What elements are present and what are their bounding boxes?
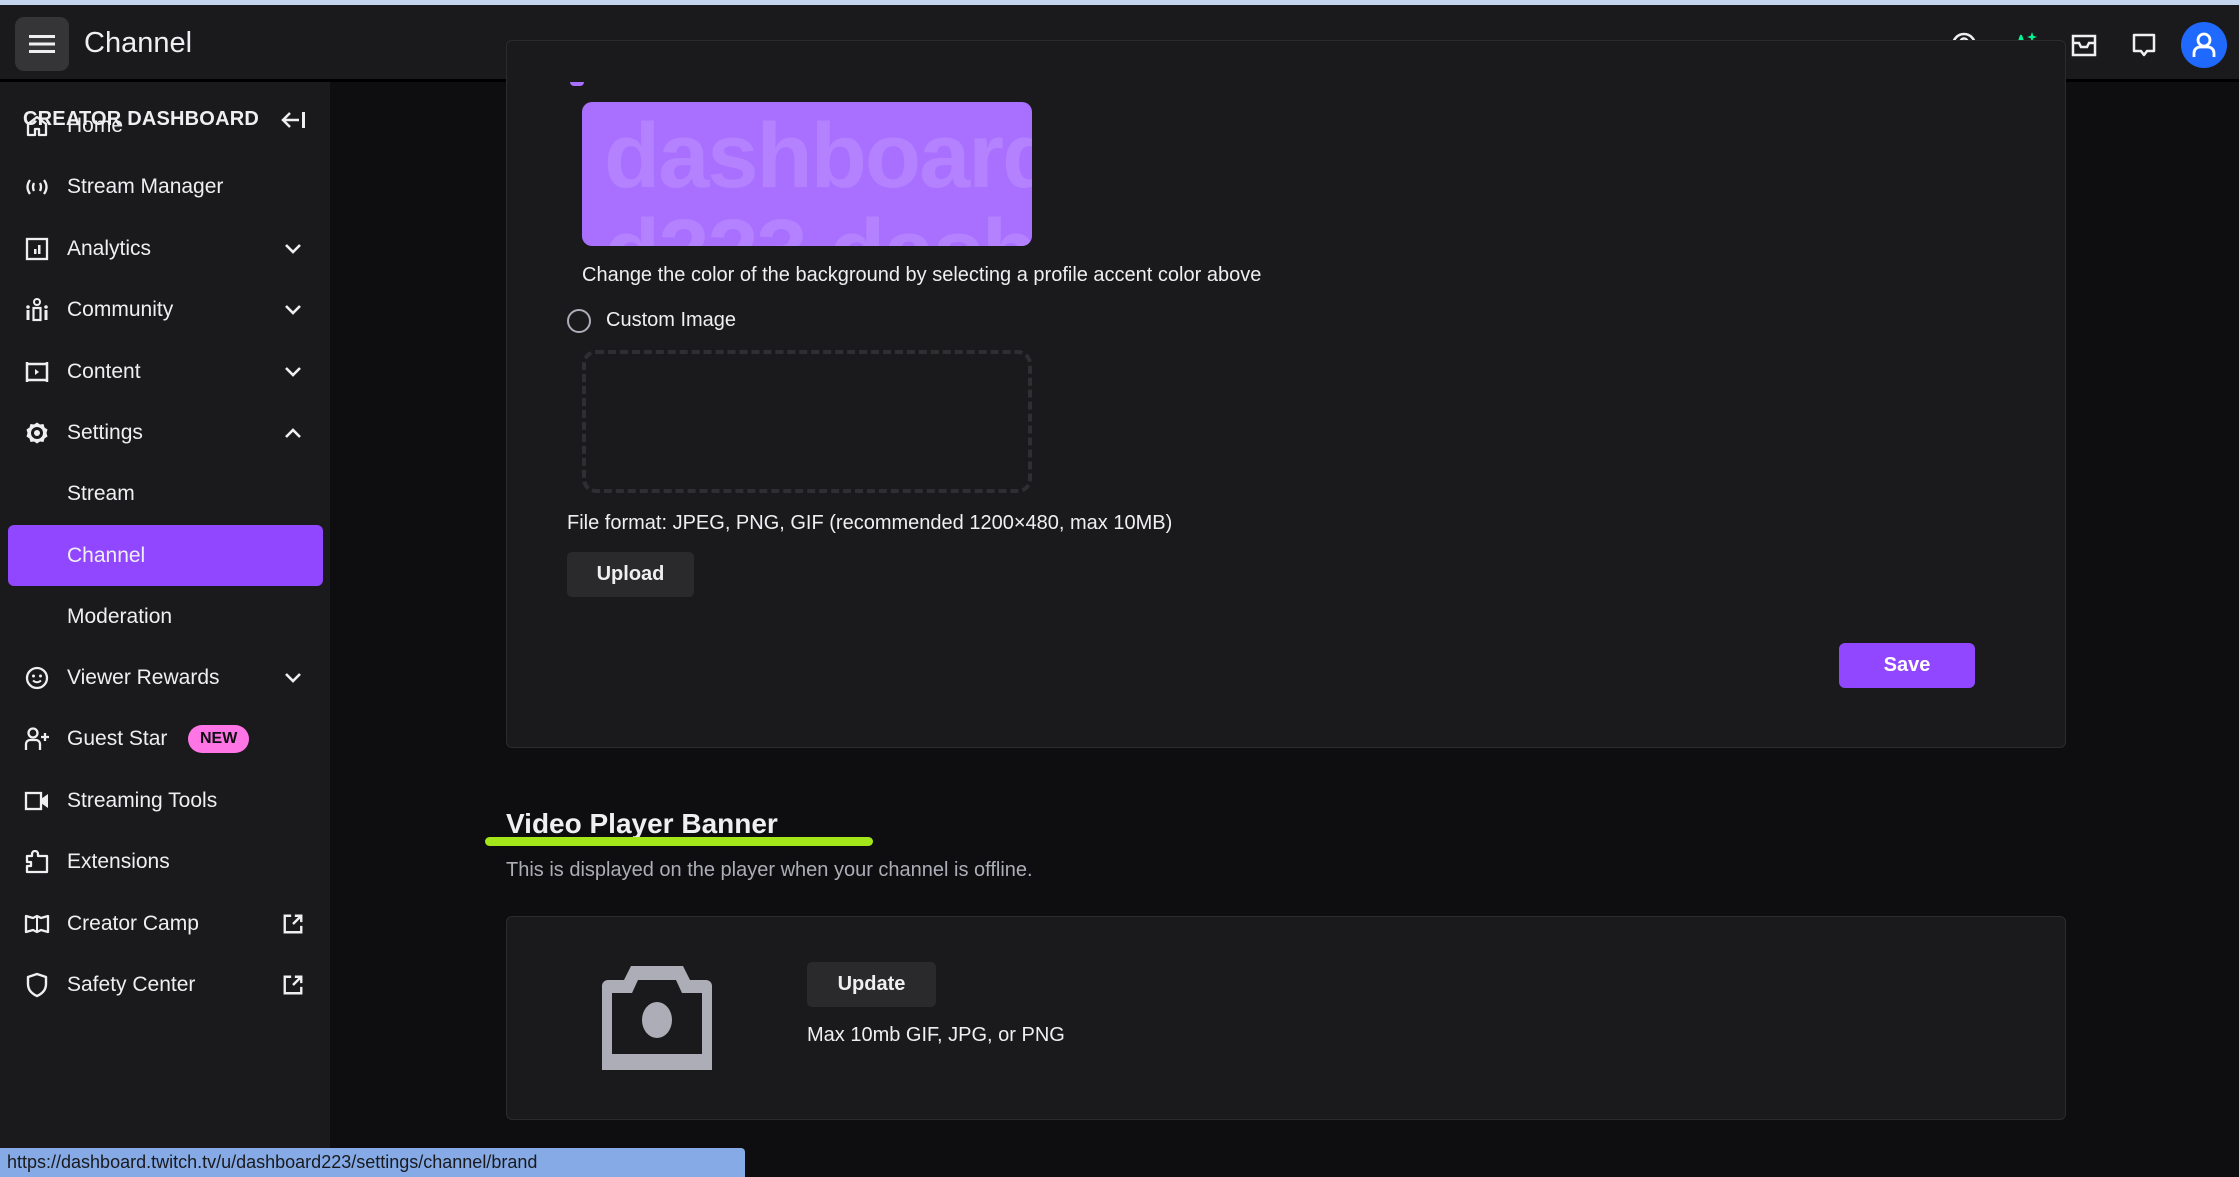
sidebar-item-guest-star[interactable]: Guest Star NEW	[8, 709, 323, 769]
sidebar-subitem-moderation[interactable]: Moderation	[8, 587, 323, 647]
sidebar-item-label: Moderation	[67, 605, 173, 628]
sidebar-item-viewer-rewards[interactable]: Viewer Rewards	[8, 648, 323, 708]
sidebar-item-home[interactable]: Home	[8, 96, 323, 156]
smiley-icon	[24, 665, 50, 691]
banner-preview: dashboard d223 dash	[582, 102, 1032, 246]
sidebar-item-analytics[interactable]: Analytics	[8, 219, 323, 279]
update-button[interactable]: Update	[807, 962, 936, 1007]
home-icon	[24, 113, 50, 139]
hamburger-icon	[29, 35, 55, 53]
camera-placeholder-icon	[602, 966, 712, 1070]
avatar-icon	[2192, 32, 2216, 57]
accent-color-radio-selected[interactable]	[570, 82, 584, 86]
whispers-icon	[2132, 33, 2156, 57]
max-size-text: Max 10mb GIF, JPG, or PNG	[807, 1024, 1065, 1046]
sidebar-item-label: Content	[67, 360, 141, 383]
sidebar-item-label: Channel	[67, 543, 146, 567]
preview-watermark: d223 dash	[604, 206, 1032, 246]
chevron-up-icon[interactable]	[282, 422, 304, 444]
shield-icon	[24, 972, 50, 998]
chevron-down-icon[interactable]	[282, 299, 304, 321]
menu-button[interactable]	[15, 17, 69, 71]
broadcast-icon	[24, 174, 50, 200]
sidebar-item-label: Streaming Tools	[67, 789, 218, 812]
sidebar-subitem-stream[interactable]: Stream	[8, 464, 323, 524]
sidebar: CREATOR DASHBOARD Home Stream Manager An…	[0, 82, 330, 1177]
sidebar-item-stream-manager[interactable]: Stream Manager	[8, 157, 323, 217]
analytics-icon	[24, 236, 50, 262]
content-icon	[24, 359, 50, 385]
sidebar-item-label: Analytics	[67, 237, 152, 260]
sidebar-item-label: Settings	[67, 421, 143, 444]
sidebar-item-content[interactable]: Content	[8, 342, 323, 402]
sidebar-item-label: Safety Center	[67, 973, 196, 996]
chevron-down-icon[interactable]	[282, 238, 304, 260]
puzzle-icon	[24, 849, 50, 875]
custom-image-dropzone[interactable]	[582, 350, 1032, 493]
sidebar-item-label: Stream Manager	[67, 175, 224, 198]
sidebar-item-label: Home	[67, 114, 124, 137]
chevron-down-icon[interactable]	[282, 361, 304, 383]
video-player-banner-card	[506, 916, 2066, 1120]
preview-watermark: dashboard	[604, 105, 1032, 207]
video-camera-icon	[24, 788, 50, 814]
external-link-icon[interactable]	[282, 913, 304, 935]
sidebar-item-creator-camp[interactable]: Creator Camp	[8, 894, 323, 954]
sidebar-item-settings[interactable]: Settings	[8, 403, 323, 463]
add-user-icon	[24, 726, 50, 752]
book-icon	[24, 911, 50, 937]
inbox-button[interactable]	[2068, 29, 2100, 61]
whispers-button[interactable]	[2128, 29, 2160, 61]
sidebar-item-label: Guest Star	[67, 727, 168, 750]
sidebar-item-extensions[interactable]: Extensions	[8, 832, 323, 892]
external-link-icon[interactable]	[282, 974, 304, 996]
upload-button[interactable]: Upload	[567, 552, 694, 597]
accent-hint-text: Change the color of the background by se…	[582, 264, 1262, 286]
annotation-underline	[485, 837, 873, 846]
sidebar-subitem-channel-active[interactable]: Channel	[8, 525, 323, 586]
sidebar-item-label: Extensions	[67, 850, 170, 873]
new-badge: NEW	[188, 725, 250, 753]
save-button[interactable]: Save	[1839, 643, 1975, 688]
sidebar-item-label: Creator Camp	[67, 912, 199, 935]
custom-image-label[interactable]: Custom Image	[606, 309, 736, 332]
chevron-down-icon[interactable]	[282, 667, 304, 689]
user-avatar[interactable]	[2181, 22, 2227, 68]
file-format-text: File format: JPEG, PNG, GIF (recommended…	[567, 512, 1173, 534]
section-description: This is displayed on the player when you…	[506, 859, 1033, 881]
link-status-bar: https://dashboard.twitch.tv/u/dashboard2…	[0, 1148, 745, 1177]
sidebar-item-community[interactable]: Community	[8, 280, 323, 340]
page-title: Channel	[84, 27, 193, 59]
sidebar-item-streaming-tools[interactable]: Streaming Tools	[8, 771, 323, 831]
sidebar-item-label: Stream	[67, 482, 135, 505]
custom-image-radio[interactable]	[567, 309, 591, 333]
sidebar-item-safety-center[interactable]: Safety Center	[8, 955, 323, 1015]
section-title-video-player-banner: Video Player Banner	[506, 808, 778, 839]
community-icon	[24, 297, 50, 323]
inbox-icon	[2071, 34, 2097, 57]
sidebar-item-label: Community	[67, 298, 174, 321]
gear-icon	[24, 420, 50, 446]
sidebar-item-label: Viewer Rewards	[67, 666, 220, 689]
